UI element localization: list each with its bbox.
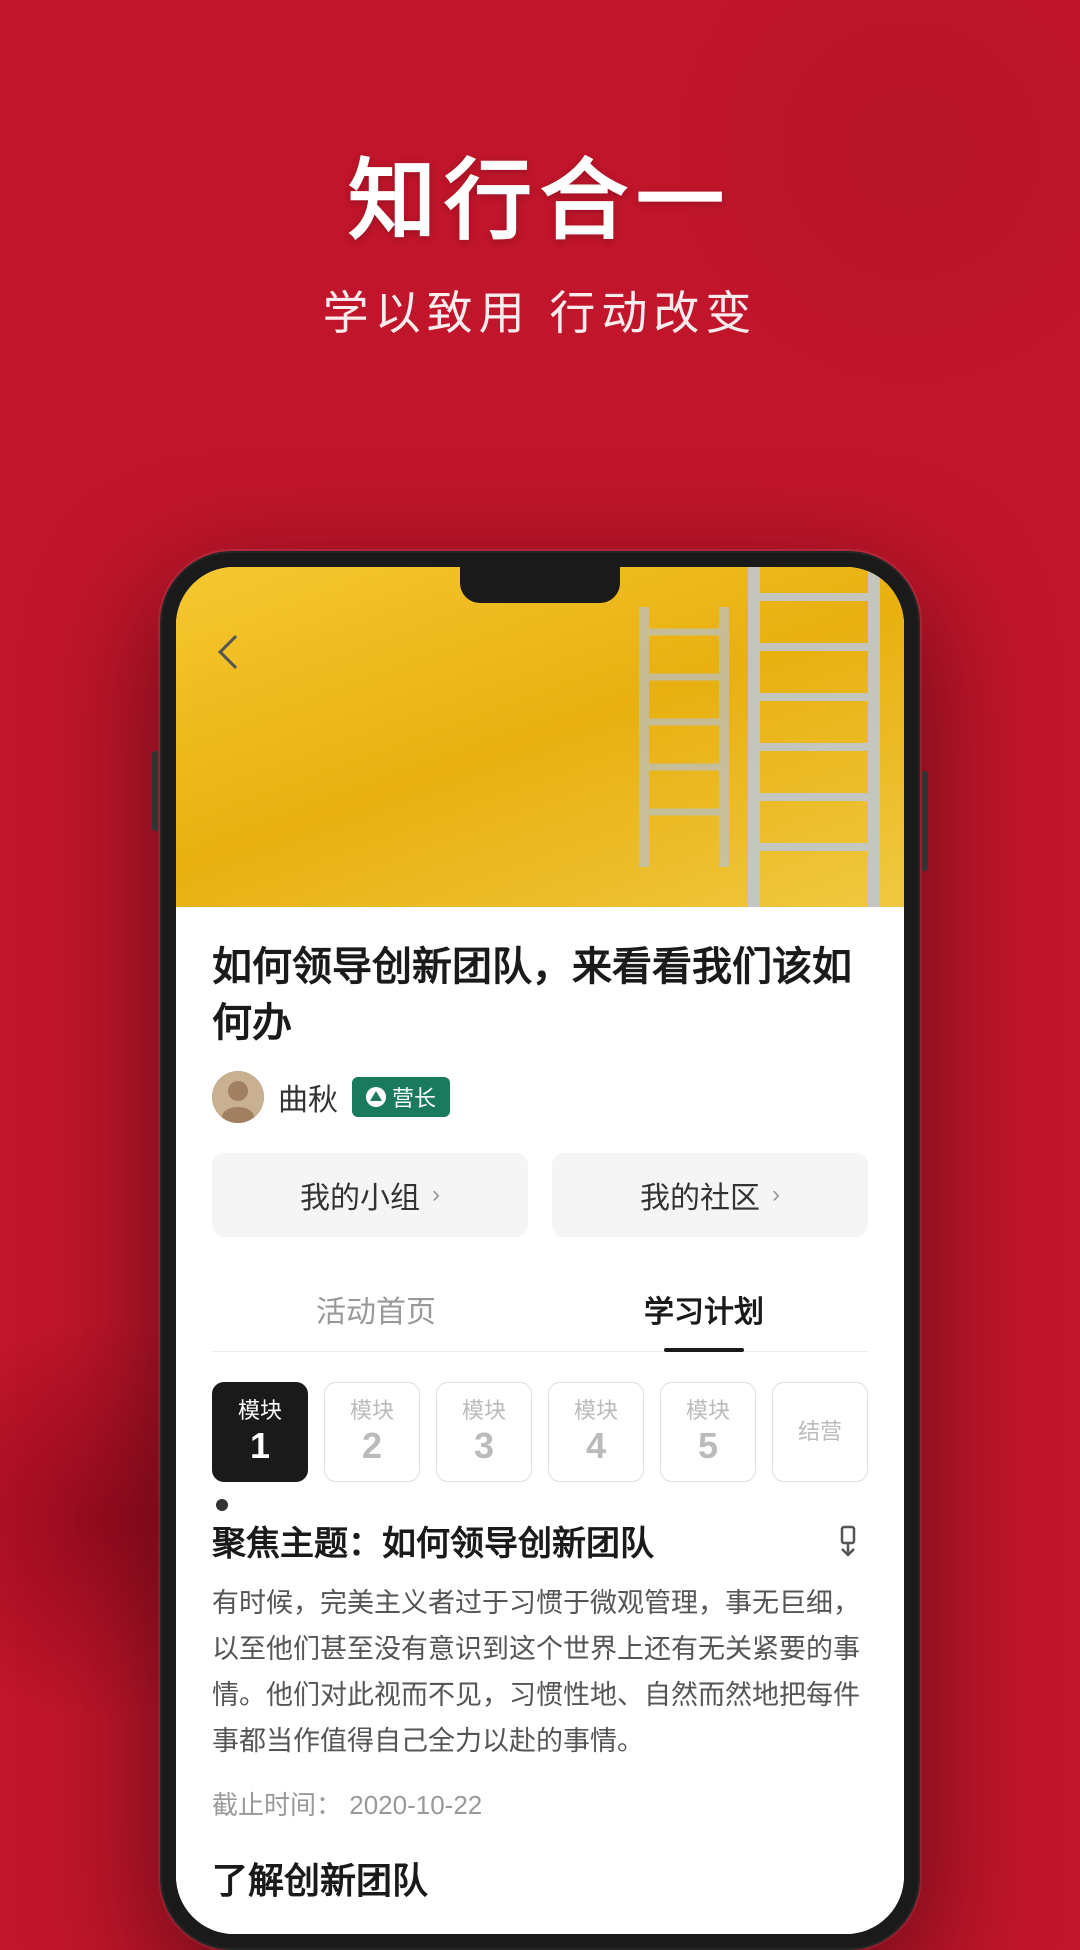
phone-frame: 如何领导创新团队，来看看我们该如何办 曲秋 xyxy=(160,551,920,1950)
module-indicator xyxy=(212,1498,868,1516)
badge-icon xyxy=(366,1087,386,1107)
tab-study-plan-label: 学习计划 xyxy=(644,1296,764,1329)
author-name: 曲秋 xyxy=(278,1075,338,1119)
my-community-button[interactable]: 我的社区 › xyxy=(552,1153,868,1237)
author-avatar xyxy=(212,1071,264,1123)
article-content: 如何领导创新团队，来看看我们该如何办 曲秋 xyxy=(176,907,904,1516)
my-group-button[interactable]: 我的小组 › xyxy=(212,1153,528,1237)
nav-buttons-row: 我的小组 › 我的社区 › xyxy=(212,1153,868,1237)
phone-screen: 如何领导创新团队，来看看我们该如何办 曲秋 xyxy=(176,567,904,1934)
understand-title: 了解创新团队 xyxy=(212,1852,868,1904)
author-row: 曲秋 营长 xyxy=(212,1071,868,1123)
module-5-label: 模块 xyxy=(686,1398,730,1424)
focus-body-text: 有时候，完美主义者过于习惯于微观管理，事无巨细，以至他们甚至没有意识到这个世界上… xyxy=(212,1581,868,1765)
module-4-number: 4 xyxy=(586,1424,606,1467)
module-2-label: 模块 xyxy=(350,1398,394,1424)
my-community-chevron-icon: › xyxy=(772,1181,780,1209)
module-2-number: 2 xyxy=(362,1424,382,1467)
badge-label: 营长 xyxy=(392,1081,436,1113)
module-4-button[interactable]: 模块 4 xyxy=(548,1382,644,1482)
article-title: 如何领导创新团队，来看看我们该如何办 xyxy=(212,939,868,1051)
focus-section: 聚焦主题：如何领导创新团队 有时候，完美主义者过于习惯于微观管理，事无巨细，以至… xyxy=(176,1516,904,1934)
phone-notch xyxy=(460,567,620,603)
tab-study-plan[interactable]: 学习计划 xyxy=(540,1267,868,1351)
focus-section-label: 聚焦主题： xyxy=(212,1525,382,1563)
ladder-left-icon xyxy=(624,607,744,867)
deadline-value: 2020-10-22 xyxy=(349,1790,482,1820)
module-3-label: 模块 xyxy=(462,1398,506,1424)
back-chevron-icon xyxy=(218,635,252,669)
focus-title: 聚焦主题：如何领导创新团队 xyxy=(212,1516,654,1565)
module-closing-label: 结营 xyxy=(798,1419,842,1445)
hero-image xyxy=(176,567,904,907)
ladder-right-icon xyxy=(724,567,904,907)
tab-activity-home-label: 活动首页 xyxy=(316,1296,436,1329)
module-1-label: 模块 xyxy=(238,1398,282,1424)
module-4-label: 模块 xyxy=(574,1398,618,1424)
module-2-button[interactable]: 模块 2 xyxy=(324,1382,420,1482)
header-section: 知行合一 学以致用 行动改变 xyxy=(0,0,1080,423)
share-button[interactable] xyxy=(828,1521,868,1561)
author-badge: 营长 xyxy=(352,1077,450,1117)
focus-header: 聚焦主题：如何领导创新团队 xyxy=(212,1516,868,1565)
module-3-button[interactable]: 模块 3 xyxy=(436,1382,532,1482)
main-title: 知行合一 xyxy=(60,130,1020,257)
module-5-number: 5 xyxy=(698,1424,718,1467)
phone-mockup: 如何领导创新团队，来看看我们该如何办 曲秋 xyxy=(160,551,920,1950)
module-closing-button[interactable]: 结营 xyxy=(772,1382,868,1482)
tab-bar: 活动首页 学习计划 xyxy=(212,1267,868,1352)
main-subtitle: 学以致用 行动改变 xyxy=(60,277,1020,343)
module-3-number: 3 xyxy=(474,1424,494,1467)
deadline-text: 截止时间： 2020-10-22 xyxy=(212,1785,868,1822)
focus-section-title: 如何领导创新团队 xyxy=(382,1525,654,1563)
module-1-number: 1 xyxy=(250,1424,270,1467)
modules-row: 模块 1 模块 2 模块 3 模块 4 xyxy=(212,1382,868,1482)
back-button[interactable] xyxy=(206,627,256,677)
module-1-button[interactable]: 模块 1 xyxy=(212,1382,308,1482)
deadline-label: 截止时间： xyxy=(212,1790,342,1820)
module-5-button[interactable]: 模块 5 xyxy=(660,1382,756,1482)
tab-activity-home[interactable]: 活动首页 xyxy=(212,1267,540,1351)
my-group-label: 我的小组 xyxy=(300,1173,420,1217)
active-dot-icon xyxy=(216,1499,228,1511)
my-group-chevron-icon: › xyxy=(432,1181,440,1209)
my-community-label: 我的社区 xyxy=(640,1173,760,1217)
